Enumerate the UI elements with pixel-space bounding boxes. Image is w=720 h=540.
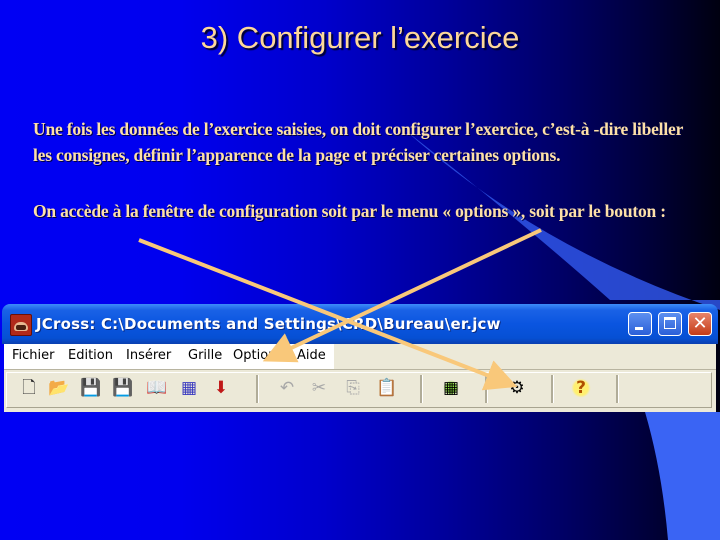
arrow-to-configure-button	[138, 238, 518, 391]
annotation-arrows	[138, 228, 542, 391]
arrow-to-options-menu	[262, 228, 542, 363]
